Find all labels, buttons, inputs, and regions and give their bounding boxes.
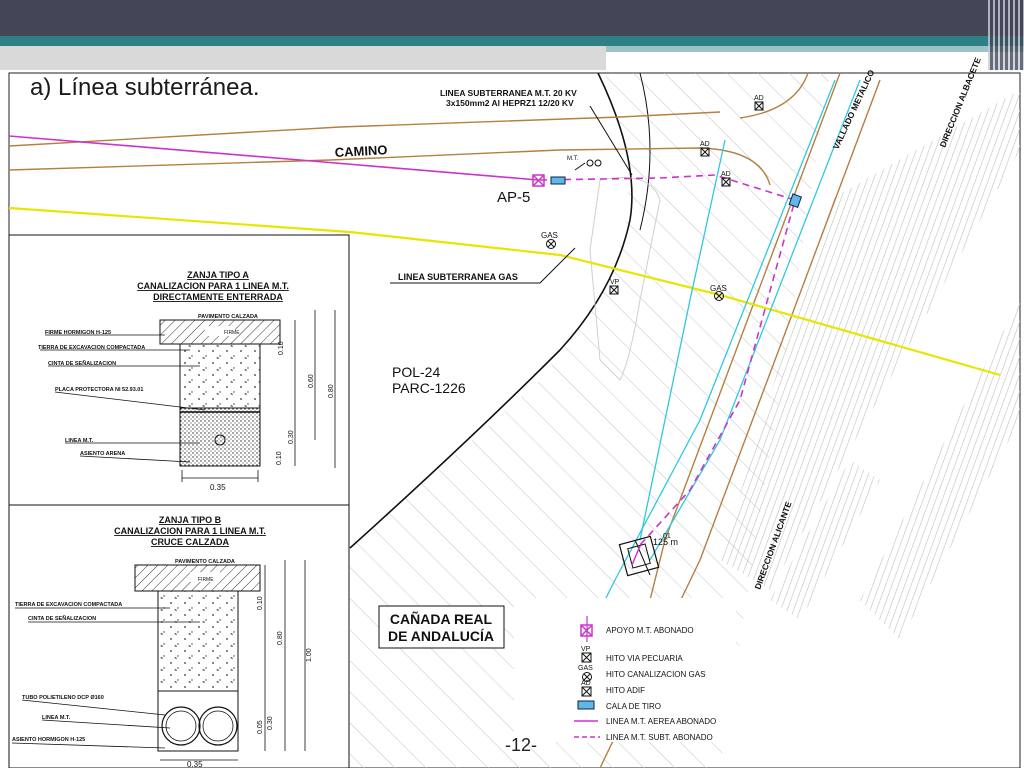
zanja-b-title-1: ZANJA TIPO B <box>159 515 222 525</box>
zanja-b-dim-005: 0.05 <box>257 720 264 734</box>
legend-hito-adif: HITO ADIF <box>606 686 645 695</box>
slide-title: a) Línea subterránea. <box>30 74 260 101</box>
zanja-b-tubo: TUBO POLIETILENO DCP Ø160 <box>22 695 104 701</box>
zanja-b-cinta: CINTA DE SEÑALIZACION <box>28 615 96 622</box>
zanja-a-placa: PLACA PROTECTORA NI 52.93.01 <box>55 387 143 393</box>
ap5-support-symbol <box>532 159 602 187</box>
gas-line-label: LINEA SUBTERRANEA GAS <box>398 272 518 282</box>
legend-hito-gas: HITO CANALIZACION GAS <box>606 670 705 679</box>
vp-marker-label: VP <box>610 279 620 286</box>
legend-subt: LINEA M.T. SUBT. ABONADO <box>606 733 713 742</box>
line-label-2: 3x150mm2 Al HEPRZ1 12/20 KV <box>446 98 574 108</box>
zanja-a-firme: FIRME HORMIGON H-125 <box>45 330 111 336</box>
legend-gas-tag: GAS <box>578 665 593 672</box>
legend-cala: CALA DE TIRO <box>606 702 661 711</box>
gas-marker-label: GAS <box>541 231 558 240</box>
zanja-b-firme-tag: FIRME <box>198 577 214 583</box>
legend-vp-tag: VP <box>581 646 591 653</box>
canada-real-label-1: CAÑADA REAL <box>390 610 493 627</box>
camino-label: CAMINO <box>334 142 387 160</box>
zanja-b-width: 0.35 <box>187 760 203 768</box>
zanja-b-dim-030: 0.30 <box>267 716 274 730</box>
cala-length-label: 125 m <box>653 537 678 547</box>
line-label-1: LINEA SUBTERRANEA M.T. 20 KV <box>440 88 577 98</box>
zanja-b-pavimento: PAVIMENTO CALZADA <box>175 559 235 565</box>
zanja-b-dim-100: 1.00 <box>306 648 313 662</box>
legend: APOYO M.T. ABONADO VP HITO VIA PECUARIA … <box>514 598 736 742</box>
zanja-a-title-2: CANALIZACION PARA 1 LINEA M.T. <box>137 281 289 291</box>
page-number: -12- <box>505 735 538 755</box>
zanja-a-dim-010b: 0.10 <box>276 451 283 465</box>
pol-label: POL-24 <box>392 364 440 380</box>
zanja-a-pavimento: PAVIMENTO CALZADA <box>198 314 258 320</box>
ap5-label: AP-5 <box>497 189 530 206</box>
zanja-b-asiento: ASIENTO HORMIGON H-125 <box>12 737 85 743</box>
zanja-a-dim-030: 0.30 <box>288 430 295 444</box>
zanja-a-dim-060: 0.60 <box>308 374 315 388</box>
ad-marker-label-2: AD <box>721 171 731 178</box>
zanja-a-width: 0.35 <box>210 483 226 492</box>
zanja-tipo-b: ZANJA TIPO B CANALIZACION PARA 1 LINEA M… <box>8 504 350 768</box>
legend-apoyo: APOYO M.T. ABONADO <box>606 626 694 635</box>
zanja-a-linea: LINEA M.T. <box>65 438 94 444</box>
gas-marker-label-2: GAS <box>710 284 727 293</box>
zanja-a-title-1: ZANJA TIPO A <box>187 270 249 280</box>
legend-ad-tag: AD <box>581 680 591 687</box>
zanja-a-dim-080: 0.80 <box>328 384 335 398</box>
zanja-tipo-a: ZANJA TIPO A CANALIZACION PARA 1 LINEA M… <box>8 234 350 506</box>
mt-label: M.T. <box>567 156 579 162</box>
zanja-b-dim-010: 0.10 <box>257 596 264 610</box>
zanja-b-dim-080: 0.80 <box>277 631 284 645</box>
canada-real-label-2: DE ANDALUCÍA <box>388 628 494 644</box>
zanja-a-asiento: ASIENTO ARENA <box>80 451 125 457</box>
cad-drawing: LINEA SUBTERRANEA M.T. 20 KV 3x150mm2 Al… <box>8 56 1021 768</box>
zanja-a-firme-tag: FIRME <box>224 330 240 336</box>
zanja-a-dim-010a: 0.10 <box>278 341 285 355</box>
zanja-a-tierra: TIERRA DE EXCAVACION COMPACTADA <box>38 345 145 351</box>
parc-label: PARC-1226 <box>392 380 466 396</box>
ad-marker-label-3: AD <box>754 95 764 102</box>
zanja-b-linea: LINEA M.T. <box>42 715 71 721</box>
zanja-b-title-2: CANALIZACION PARA 1 LINEA M.T. <box>114 526 266 536</box>
legend-hito-via: HITO VIA PECUARIA <box>606 654 683 663</box>
legend-aerea: LINEA M.T. AEREA ABONADO <box>606 717 716 726</box>
zanja-a-cinta: CINTA DE SEÑALIZACION <box>48 360 116 367</box>
zanja-b-title-3: CRUCE CALZADA <box>151 537 229 547</box>
ad-marker-label: AD <box>700 141 710 148</box>
mt-aerial-line <box>8 135 539 181</box>
zanja-b-tierra: TIERRA DE EXCAVACION COMPACTADA <box>15 602 122 608</box>
zanja-a-title-3: DIRECTAMENTE ENTERRADA <box>153 292 283 302</box>
